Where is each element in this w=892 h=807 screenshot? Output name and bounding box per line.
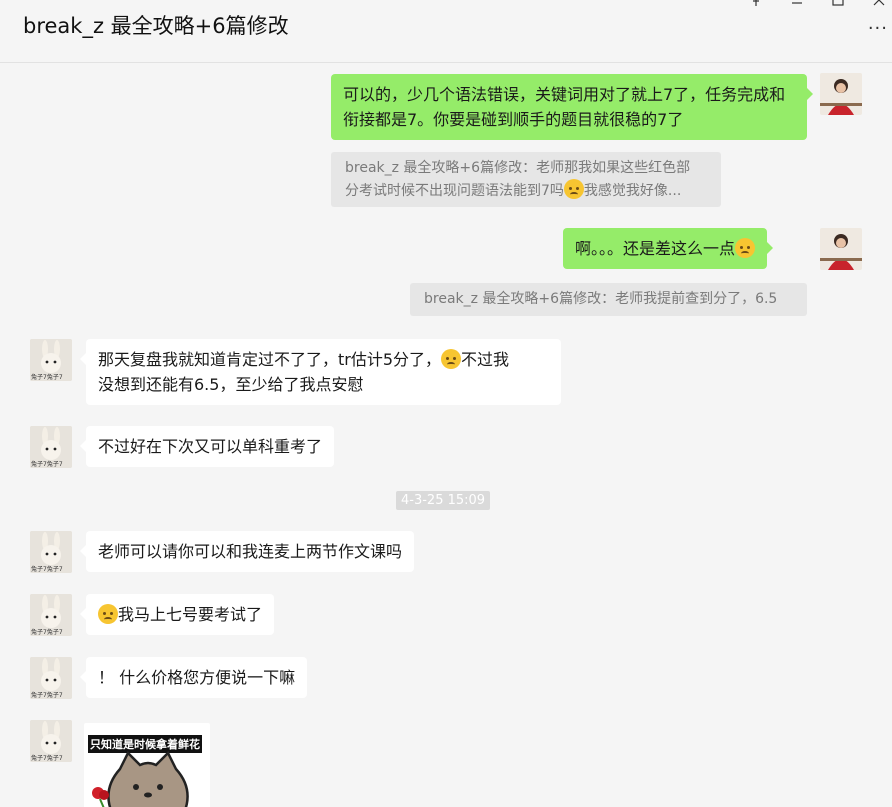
chat-area[interactable]: 可以的，少几个语法错误，关键词用对了就上7了，任务完成和衔接都是7。你要是碰到顺… [0, 64, 892, 807]
message-bubble[interactable]: 可以的，少几个语法错误，关键词用对了就上7了，任务完成和衔接都是7。你要是碰到顺… [331, 74, 813, 140]
quoted-text-line: break_z 最全攻略+6篇修改：老师那我如果这些红色部 [345, 160, 691, 176]
maximize-icon[interactable] [828, 0, 848, 11]
laughing-tears-emoji-icon [441, 349, 462, 369]
quoted-text-line: 我感觉我好像... [583, 183, 682, 199]
message-text: 我马上七号要考试了 [118, 605, 263, 624]
title-bar: break_z 最全攻略+6篇修改 ··· [0, 0, 892, 63]
message-text: 那天复盘我就知道肯定过不了了，tr估计5分了， [98, 350, 442, 369]
message-bubble[interactable]: 我马上七号要考试了 [79, 594, 275, 635]
avatar[interactable] [820, 73, 862, 115]
message-bubble[interactable]: ！ 什么价格您方便说一下嘛 [79, 657, 308, 698]
avatar-caption: 兔子7兔子7 [31, 374, 63, 381]
message-bubble[interactable]: 那天复盘我就知道肯定过不了了，tr估计5分了， 不过我 没想到还能有6.5，至少给… [80, 339, 561, 405]
message-text: ！ 什么价格您方便说一下嘛 [98, 668, 296, 687]
message-text: 可以的，少几个语法错误，关键词用对了就上7了，任务完成和衔接都是7。你要是碰到顺… [343, 85, 786, 129]
avatar[interactable]: 兔子7兔子7 [30, 531, 72, 573]
crying-emoji-icon [735, 238, 756, 258]
message-text: 不过好在下次又可以单科重考了 [98, 437, 323, 456]
avatar-caption: 兔子7兔子7 [31, 692, 63, 699]
crying-emoji-icon [563, 179, 584, 199]
quoted-reply[interactable]: break_z 最全攻略+6篇修改：老师那我如果这些红色部 分考试时候不出现问题… [331, 152, 721, 207]
avatar[interactable]: 兔子7兔子7 [30, 594, 72, 636]
message-text: 老师可以请你可以和我连麦上两节作文课吗 [98, 542, 403, 561]
avatar-caption: 兔子7兔子7 [31, 629, 63, 636]
pin-icon[interactable] [746, 0, 766, 11]
chat-title: break_z 最全攻略+6篇修改 [23, 14, 289, 38]
more-options-icon[interactable]: ··· [868, 18, 888, 39]
avatar-caption: 兔子7兔子7 [31, 566, 63, 573]
avatar-caption: 兔子7兔子7 [31, 461, 63, 468]
avatar[interactable] [820, 228, 862, 270]
cat-with-rose-icon [92, 750, 189, 807]
timestamp: 4-3-25 15:09 [396, 491, 491, 510]
avatar[interactable]: 兔子7兔子7 [30, 720, 72, 762]
message-text: 没想到还能有6.5，至少给了我点安慰 [98, 375, 364, 394]
message-bubble[interactable]: 啊。。。还是差这么一点 [563, 228, 774, 269]
avatar[interactable]: 兔子7兔子7 [30, 657, 72, 699]
crying-emoji-icon [98, 604, 118, 624]
quoted-text-line: 分考试时候不出现问题语法能到7吗 [345, 183, 564, 199]
message-bubble[interactable]: 不过好在下次又可以单科重考了 [79, 426, 335, 467]
quoted-reply[interactable]: break_z 最全攻略+6篇修改：老师我提前查到分了，6.5 [410, 283, 807, 316]
message-bubble[interactable]: 老师可以请你可以和我连麦上两节作文课吗 [79, 531, 415, 572]
message-text: 不过我 [461, 350, 510, 369]
avatar[interactable]: 兔子7兔子7 [30, 339, 72, 381]
quoted-text: break_z 最全攻略+6篇修改：老师我提前查到分了，6.5 [424, 291, 778, 307]
minimize-icon[interactable] [787, 0, 807, 11]
avatar-caption: 兔子7兔子7 [31, 755, 63, 762]
message-text: 啊。。。还是差这么一点 [575, 239, 736, 258]
avatar[interactable]: 兔子7兔子7 [30, 426, 72, 468]
sticker-image[interactable]: 只知道是时候拿着鲜花 [84, 723, 210, 807]
close-icon[interactable] [869, 0, 889, 11]
